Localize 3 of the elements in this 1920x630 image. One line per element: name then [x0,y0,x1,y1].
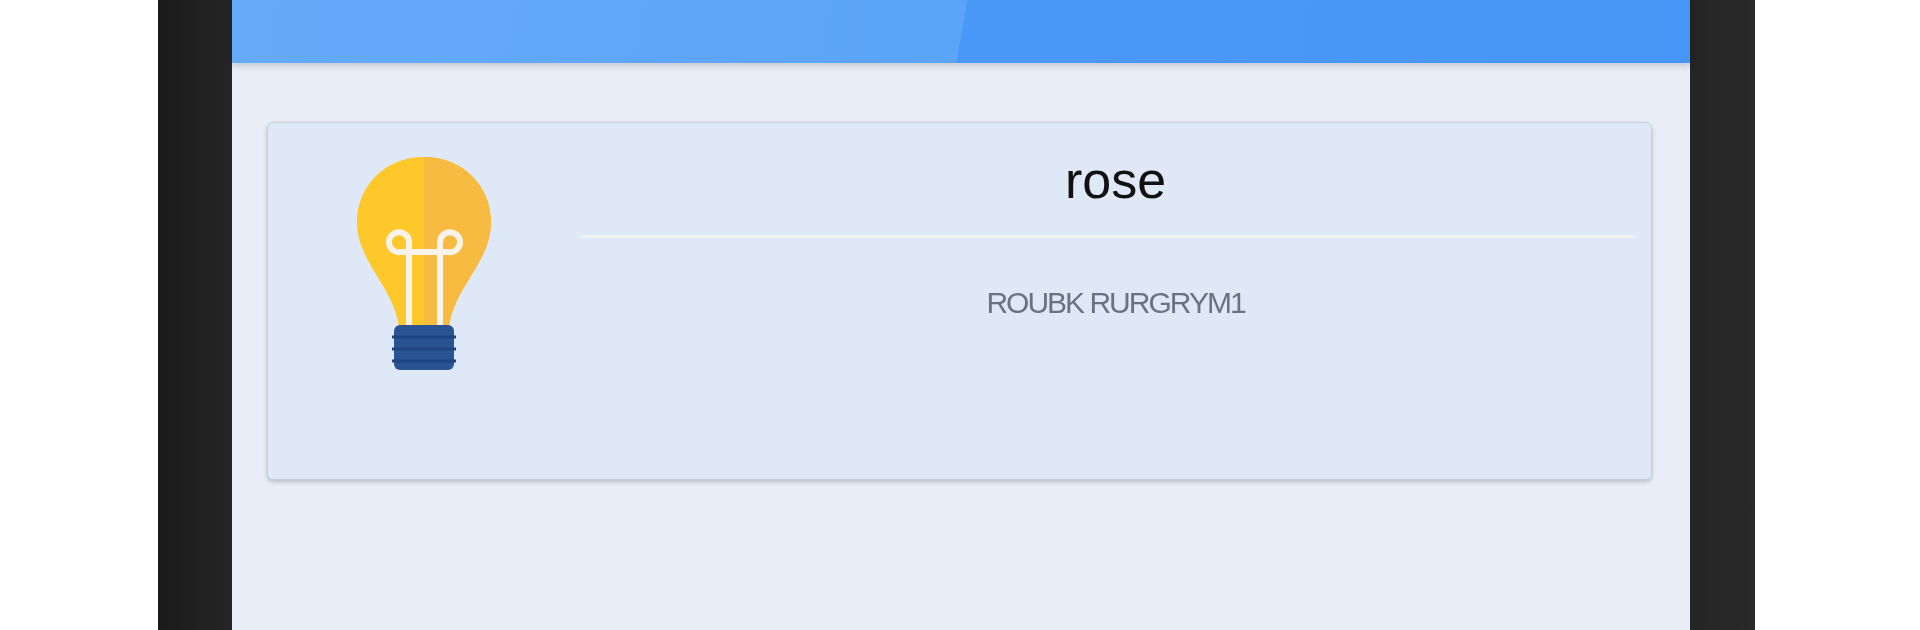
item-title: rose [1063,150,1168,211]
item-subtitle: ROUBK RURGRYM1 [986,286,1245,319]
item-card[interactable]: rose ROUBK RURGRYM1 [267,122,1652,480]
